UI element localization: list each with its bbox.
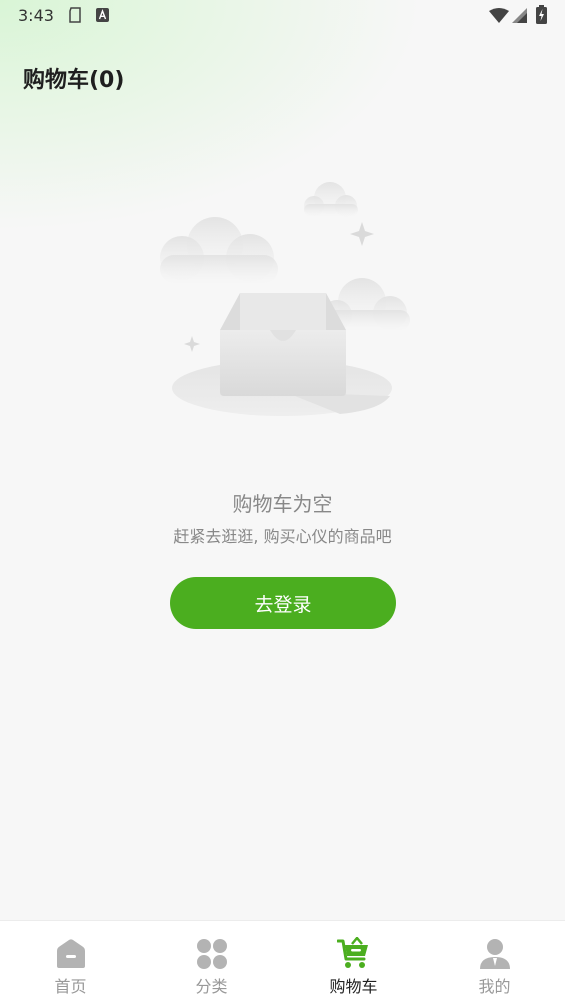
sd-card-icon	[68, 7, 82, 27]
page-title: 购物车(0)	[23, 68, 125, 93]
status-time: 3:43	[18, 6, 54, 25]
battery-charging-icon	[536, 5, 547, 28]
status-bar: 3:43	[0, 0, 565, 32]
tab-cart-label: 购物车	[329, 977, 378, 996]
wifi-icon	[489, 8, 509, 28]
login-button-label: 去登录	[254, 593, 312, 616]
shopping-cart-icon	[336, 936, 371, 971]
tab-category-label: 分类	[195, 977, 228, 996]
tab-home[interactable]: 首页	[0, 921, 141, 1005]
tab-home-label: 首页	[54, 977, 87, 996]
bottom-tab-bar: 首页 分类 购物车 我的	[0, 920, 565, 1005]
user-profile-icon	[478, 937, 512, 971]
cellular-signal-icon	[512, 8, 527, 27]
tab-profile[interactable]: 我的	[424, 921, 565, 1005]
empty-box-illustration	[140, 170, 430, 440]
empty-cart-subtitle: 赶紧去逛逛, 购买心仪的商品吧	[173, 527, 392, 546]
category-grid-icon	[195, 937, 229, 971]
empty-cart-title: 购物车为空	[232, 492, 333, 516]
home-icon	[54, 937, 88, 971]
tab-profile-label: 我的	[478, 977, 511, 996]
tab-category[interactable]: 分类	[141, 921, 282, 1005]
tab-cart[interactable]: 购物车	[283, 921, 424, 1005]
login-button[interactable]: 去登录	[170, 577, 396, 629]
keyboard-a-icon	[96, 7, 109, 26]
